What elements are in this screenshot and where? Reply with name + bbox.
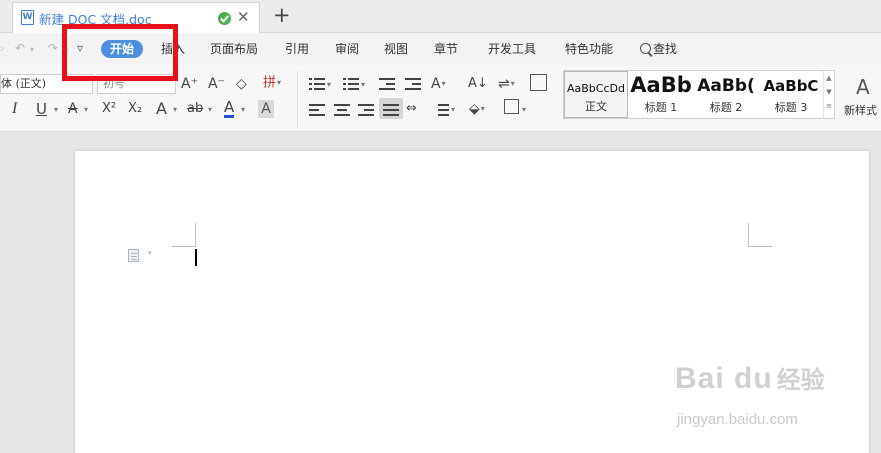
- style-normal[interactable]: AaBbCcDd 正文: [564, 71, 628, 118]
- document-page[interactable]: ▾: [75, 151, 869, 453]
- new-style-icon[interactable]: A: [856, 75, 870, 99]
- style-heading-3-label: 标题 3: [774, 101, 808, 114]
- style-heading-1-label: 标题 1: [644, 101, 678, 114]
- style-gallery-scroll[interactable]: ▲ ▼ ≡: [823, 71, 834, 118]
- gallery-up-icon[interactable]: ▲: [826, 74, 831, 82]
- watermark-url: jingyan.baidu.com: [677, 411, 798, 428]
- phonetic-dropdown-icon[interactable]: ▾: [277, 78, 281, 87]
- style-gallery: AaBbCcDd 正文 AaBb 标题 1 AaBb( 标题 2 AaBbC 标…: [563, 70, 835, 119]
- style-normal-sample: AaBbCcDd: [567, 82, 625, 95]
- bullet-list-dropdown-icon[interactable]: ▾: [327, 80, 331, 89]
- style-heading-2-sample: AaBb(: [697, 76, 755, 96]
- numbered-list-dropdown-icon[interactable]: ▾: [361, 80, 365, 89]
- strikethrough-dropdown-icon[interactable]: ▾: [84, 105, 88, 114]
- align-left-icon[interactable]: [309, 103, 325, 117]
- sort-button[interactable]: A↓: [468, 75, 488, 93]
- tab-section[interactable]: 章节: [434, 40, 458, 58]
- undo-dropdown-icon[interactable]: ▾: [30, 45, 34, 54]
- increase-indent-icon[interactable]: [405, 77, 421, 91]
- style-normal-label: 正文: [585, 100, 607, 113]
- style-heading-3[interactable]: AaBbC 标题 3: [759, 71, 823, 118]
- quick-access-partial-icon: ⌕: [0, 41, 5, 55]
- paragraph-layout-icon[interactable]: [128, 249, 139, 262]
- text-direction-button[interactable]: ⇌▾: [498, 75, 515, 93]
- style-heading-2[interactable]: AaBb( 标题 2: [694, 71, 758, 118]
- change-case-dropdown-icon[interactable]: ▾: [442, 79, 446, 88]
- align-center-icon[interactable]: [334, 103, 350, 117]
- writer-doc-icon: W: [21, 10, 34, 25]
- superscript-button[interactable]: X²: [102, 100, 116, 118]
- char-shading-button[interactable]: A: [258, 100, 274, 118]
- justify-icon[interactable]: [383, 103, 399, 117]
- font-color-dropdown-icon[interactable]: ▾: [241, 105, 245, 114]
- saved-check-icon: [218, 12, 231, 25]
- tab-special-features[interactable]: 特色功能: [565, 40, 613, 58]
- annotation-highlight-box: [62, 24, 178, 81]
- numbered-list-icon[interactable]: [343, 77, 359, 91]
- style-heading-1[interactable]: AaBb 标题 1: [629, 71, 693, 118]
- baidu-jingyan-watermark: Bai du 经验: [675, 360, 825, 396]
- tab-review[interactable]: 审阅: [335, 40, 359, 58]
- close-tab-icon[interactable]: ✕: [237, 8, 250, 26]
- phonetic-guide-button[interactable]: 拼▾: [263, 74, 281, 92]
- style-heading-2-label: 标题 2: [709, 101, 743, 114]
- text-effect-button[interactable]: A: [156, 100, 167, 118]
- style-heading-3-sample: AaBbC: [763, 77, 819, 95]
- underline-button[interactable]: U: [36, 100, 47, 118]
- highlight-button[interactable]: ab: [187, 100, 203, 118]
- redo-icon[interactable]: ↷: [48, 41, 58, 55]
- gallery-down-icon[interactable]: ▼: [826, 88, 831, 96]
- document-workspace: ▾: [0, 133, 881, 453]
- show-marks-icon[interactable]: [530, 74, 547, 91]
- new-style-label[interactable]: 新样式: [844, 102, 877, 118]
- paragraph-layout-dropdown-icon[interactable]: ▾: [148, 249, 152, 257]
- search-label: 查找: [653, 42, 678, 56]
- tab-references[interactable]: 引用: [285, 40, 309, 58]
- shading-dropdown-icon[interactable]: ▾: [481, 104, 485, 113]
- watermark-cn: 经验: [776, 366, 825, 394]
- margin-mark-top-right: [748, 223, 772, 247]
- grow-font-button[interactable]: A⁺: [181, 75, 198, 93]
- align-right-icon[interactable]: [358, 103, 374, 117]
- gallery-more-icon[interactable]: ≡: [826, 102, 832, 110]
- underline-dropdown-icon[interactable]: ▾: [54, 105, 58, 114]
- distributed-align-button[interactable]: ⇔: [406, 100, 417, 118]
- tab-page-layout[interactable]: 页面布局: [210, 40, 258, 58]
- undo-icon[interactable]: ↶: [15, 41, 25, 55]
- text-direction-dropdown-icon[interactable]: ▾: [511, 79, 515, 88]
- search-icon: [640, 43, 651, 54]
- highlight-dropdown-icon[interactable]: ▾: [208, 105, 212, 114]
- margin-mark-top-left: [172, 223, 196, 247]
- shrink-font-button[interactable]: A⁻: [208, 75, 225, 93]
- text-effect-dropdown-icon[interactable]: ▾: [173, 105, 177, 114]
- italic-button[interactable]: I: [12, 100, 17, 118]
- change-case-button[interactable]: A▾: [431, 75, 446, 93]
- strikethrough-button[interactable]: A: [68, 100, 78, 118]
- style-heading-1-sample: AaBb: [630, 73, 692, 97]
- line-spacing-icon[interactable]: [433, 103, 449, 117]
- tab-developer[interactable]: 开发工具: [488, 40, 536, 58]
- watermark-logo: Bai du: [675, 362, 773, 395]
- text-cursor: [195, 249, 197, 266]
- subscript-button[interactable]: X₂: [128, 100, 142, 118]
- borders-dropdown-icon[interactable]: ▾: [522, 105, 526, 114]
- search-button[interactable]: 查找: [640, 40, 677, 58]
- font-color-button[interactable]: A: [224, 98, 235, 118]
- new-tab-plus-icon[interactable]: +: [273, 3, 291, 27]
- ribbon-separator: [297, 71, 298, 127]
- borders-icon[interactable]: [504, 99, 519, 114]
- tab-view[interactable]: 视图: [384, 40, 408, 58]
- line-spacing-dropdown-icon[interactable]: ▾: [451, 105, 455, 114]
- bullet-list-icon[interactable]: [309, 77, 325, 91]
- phonetic-guide-label: 拼: [263, 75, 277, 91]
- shading-button[interactable]: ⬙▾: [469, 100, 485, 118]
- decrease-indent-icon[interactable]: [379, 77, 395, 91]
- clear-format-icon[interactable]: ◇: [236, 75, 247, 93]
